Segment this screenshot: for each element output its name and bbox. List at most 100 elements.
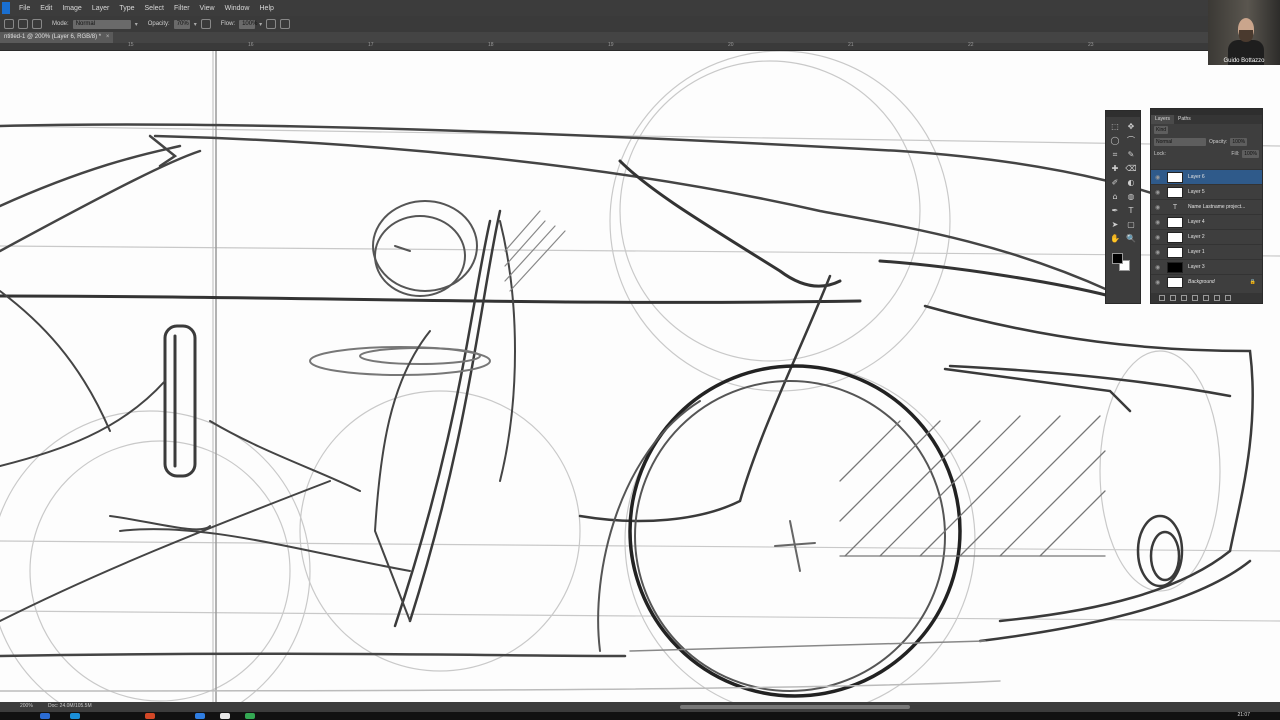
- menu-window[interactable]: Window: [220, 5, 255, 12]
- close-icon[interactable]: ×: [106, 34, 110, 40]
- layer-row[interactable]: ◉ Layer 6: [1151, 169, 1262, 184]
- brush-tool-icon[interactable]: ✐: [1109, 177, 1121, 189]
- chevron-down-icon[interactable]: ▾: [135, 21, 138, 28]
- layer-row[interactable]: ◉ Layer 4: [1151, 214, 1262, 229]
- layer-name: Layer 2: [1188, 234, 1205, 240]
- layer-row[interactable]: ◉ T Name Lastname project...: [1151, 199, 1262, 214]
- brush-size-icon[interactable]: [18, 19, 28, 29]
- layer-thumbnail: [1167, 276, 1183, 288]
- taskbar-app-icon[interactable]: [40, 713, 50, 719]
- eyedropper-tool-icon[interactable]: ✎: [1125, 149, 1137, 161]
- drawing-canvas[interactable]: [0, 51, 1280, 702]
- brush-tool-preset-icon[interactable]: [4, 19, 14, 29]
- layer-opacity-field[interactable]: 100%: [1230, 138, 1248, 146]
- layer-thumbnail: [1167, 186, 1183, 198]
- tab-paths[interactable]: Paths: [1174, 115, 1195, 124]
- horizontal-scrollbar[interactable]: [680, 705, 910, 709]
- horizontal-ruler: 15 16 17 18 19 20 21 22 23: [0, 42, 1208, 51]
- lasso-tool-icon[interactable]: ◯: [1109, 135, 1121, 147]
- chevron-down-icon[interactable]: ▾: [259, 21, 262, 28]
- photoshop-logo-icon: [2, 2, 10, 14]
- layer-row[interactable]: ◉ Background 🔒: [1151, 274, 1262, 289]
- type-tool-icon[interactable]: T: [1125, 205, 1137, 217]
- layer-style-icon[interactable]: [1170, 295, 1176, 301]
- taskbar-clock: 21:07: [1237, 712, 1250, 718]
- fill-field[interactable]: 100%: [1242, 150, 1259, 158]
- new-layer-icon[interactable]: [1214, 295, 1220, 301]
- layer-thumbnail: [1167, 246, 1183, 258]
- path-select-tool-icon[interactable]: ➤: [1109, 219, 1121, 231]
- blend-mode-select[interactable]: Normal: [1154, 138, 1206, 146]
- brush-panel-toggle-icon[interactable]: [32, 19, 42, 29]
- crop-tool-icon[interactable]: ⌗: [1109, 149, 1121, 161]
- layer-name: Layer 4: [1188, 219, 1205, 225]
- flow-field[interactable]: 100%: [239, 19, 257, 29]
- menu-image[interactable]: Image: [57, 5, 86, 12]
- pressure-size-icon[interactable]: [280, 19, 291, 29]
- kind-filter-select[interactable]: Kind: [1154, 126, 1169, 134]
- lock-label: Lock:: [1154, 151, 1166, 157]
- presenter-beard: [1239, 30, 1253, 42]
- layer-row[interactable]: ◉ Layer 2: [1151, 229, 1262, 244]
- taskbar-app-icon[interactable]: [195, 713, 205, 719]
- color-swatches: [1112, 253, 1134, 275]
- doc-size: Doc: 24.0M/105.5M: [48, 703, 92, 709]
- menu-edit[interactable]: Edit: [35, 5, 57, 12]
- foreground-color-swatch[interactable]: [1112, 253, 1123, 264]
- eye-icon[interactable]: ◉: [1155, 189, 1163, 196]
- document-tab-bar: ntitled-1 @ 200% (Layer 6, RGB/8) * ×: [0, 32, 1208, 43]
- menu-type[interactable]: Type: [114, 5, 139, 12]
- trash-icon[interactable]: [1225, 295, 1231, 301]
- move-tool-icon[interactable]: ✥: [1125, 121, 1137, 133]
- chevron-down-icon[interactable]: ▾: [194, 21, 197, 28]
- tab-layers[interactable]: Layers: [1151, 115, 1175, 124]
- mode-select[interactable]: Normal: [72, 19, 131, 29]
- eraser-tool-icon[interactable]: ⌫: [1125, 163, 1137, 175]
- text-layer-icon: T: [1172, 203, 1178, 211]
- shape-tool-icon[interactable]: ▢: [1125, 219, 1137, 231]
- eye-icon[interactable]: ◉: [1155, 204, 1163, 211]
- eye-icon[interactable]: ◉: [1155, 174, 1163, 181]
- stamp-tool-icon[interactable]: ⌂: [1109, 191, 1121, 203]
- taskbar-app-icon[interactable]: [70, 713, 80, 719]
- menu-filter[interactable]: Filter: [169, 5, 195, 12]
- flow-label: Flow:: [220, 21, 236, 27]
- adjustment-layer-icon[interactable]: [1192, 295, 1198, 301]
- eye-icon[interactable]: ◉: [1155, 249, 1163, 256]
- presenter-name: Guido Bottazzo: [1223, 58, 1265, 64]
- layer-name: Name Lastname project...: [1188, 204, 1246, 210]
- layer-row[interactable]: ◉ Layer 5: [1151, 184, 1262, 199]
- marquee-tool-icon[interactable]: ⬚: [1109, 121, 1121, 133]
- menu-help[interactable]: Help: [255, 5, 279, 12]
- pen-tool-icon[interactable]: ✒: [1109, 205, 1121, 217]
- eye-icon[interactable]: ◉: [1155, 279, 1163, 286]
- add-mask-icon[interactable]: [1181, 295, 1187, 301]
- menu-view[interactable]: View: [195, 5, 220, 12]
- taskbar-app-icon[interactable]: [220, 713, 230, 719]
- menu-file[interactable]: File: [14, 5, 35, 12]
- menu-layer[interactable]: Layer: [87, 5, 115, 12]
- gradient-tool-icon[interactable]: ◐: [1125, 177, 1137, 189]
- opacity-label: Opacity:: [147, 21, 170, 27]
- dodge-tool-icon[interactable]: ◍: [1125, 191, 1137, 203]
- zoom-level[interactable]: 200%: [20, 703, 33, 709]
- layer-row[interactable]: ◉ Layer 3: [1151, 259, 1262, 274]
- airbrush-icon[interactable]: [266, 19, 277, 29]
- menu-select[interactable]: Select: [140, 5, 169, 12]
- healing-tool-icon[interactable]: ✚: [1109, 163, 1121, 175]
- zoom-tool-icon[interactable]: 🔍: [1125, 233, 1137, 245]
- eye-icon[interactable]: ◉: [1155, 234, 1163, 241]
- pressure-opacity-icon[interactable]: [200, 19, 211, 29]
- hand-tool-icon[interactable]: ✋: [1109, 233, 1121, 245]
- taskbar-app-icon[interactable]: [245, 713, 255, 719]
- new-group-icon[interactable]: [1203, 295, 1209, 301]
- taskbar-app-icon[interactable]: [145, 713, 155, 719]
- opacity-field[interactable]: 70%: [173, 19, 190, 29]
- layer-thumbnail: [1167, 171, 1183, 183]
- link-layers-icon[interactable]: [1159, 295, 1165, 301]
- document-tab[interactable]: ntitled-1 @ 200% (Layer 6, RGB/8) * ×: [0, 32, 114, 43]
- layer-row[interactable]: ◉ Layer 1: [1151, 244, 1262, 259]
- eye-icon[interactable]: ◉: [1155, 264, 1163, 271]
- eye-icon[interactable]: ◉: [1155, 219, 1163, 226]
- quick-select-tool-icon[interactable]: ⌒: [1125, 135, 1137, 147]
